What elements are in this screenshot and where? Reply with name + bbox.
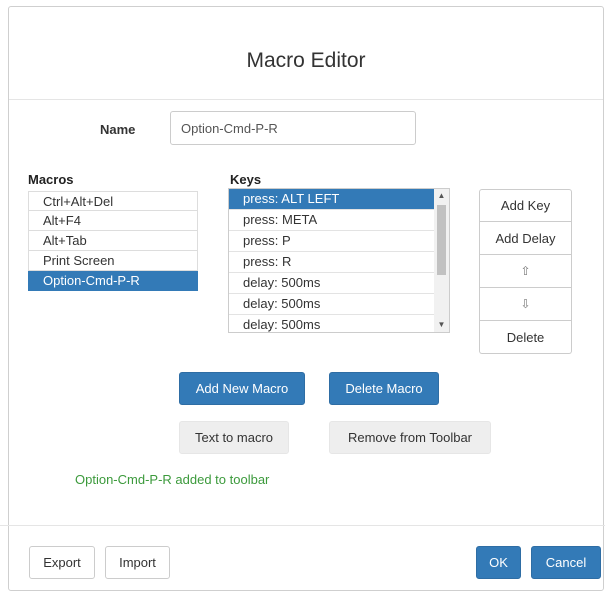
key-item-selected[interactable]: press: ALT LEFT: [229, 189, 434, 210]
key-item[interactable]: delay: 500ms: [229, 273, 434, 294]
move-up-arrow-icon[interactable]: ⇧: [479, 255, 572, 288]
keys-heading: Keys: [230, 172, 262, 187]
macros-list: Ctrl+Alt+Del Alt+F4 Alt+Tab Print Screen…: [28, 191, 198, 291]
keys-scrollbar[interactable]: ▲ ▼: [434, 189, 449, 332]
key-item[interactable]: press: P: [229, 231, 434, 252]
macro-item[interactable]: Alt+F4: [28, 211, 198, 231]
macro-item[interactable]: Print Screen: [28, 251, 198, 271]
dialog-title: Macro Editor: [246, 49, 366, 72]
key-item[interactable]: delay: 500ms: [229, 294, 434, 315]
macros-heading: Macros: [28, 172, 74, 187]
keys-list: press: ALT LEFT press: META press: P pre…: [229, 189, 434, 332]
macro-item[interactable]: Ctrl+Alt+Del: [28, 191, 198, 211]
remove-from-toolbar-button[interactable]: Remove from Toolbar: [329, 421, 491, 454]
macro-item[interactable]: Alt+Tab: [28, 231, 198, 251]
add-new-macro-button[interactable]: Add New Macro: [179, 372, 305, 405]
name-input[interactable]: [170, 111, 416, 145]
name-label: Name: [100, 122, 136, 137]
delete-macro-button[interactable]: Delete Macro: [329, 372, 439, 405]
import-button[interactable]: Import: [105, 546, 170, 579]
dialog-header: Macro Editor: [9, 7, 603, 100]
key-item[interactable]: press: R: [229, 252, 434, 273]
macro-item-selected[interactable]: Option-Cmd-P-R: [28, 271, 198, 291]
delete-key-button[interactable]: Delete: [479, 321, 572, 354]
key-actions-group: Add Key Add Delay ⇧ ⇩ Delete: [479, 189, 572, 354]
scroll-down-arrow-icon[interactable]: ▼: [434, 318, 449, 332]
scroll-up-arrow-icon[interactable]: ▲: [434, 189, 449, 203]
key-item[interactable]: delay: 500ms: [229, 315, 434, 332]
status-message: Option-Cmd-P-R added to toolbar: [75, 472, 270, 487]
text-to-macro-button[interactable]: Text to macro: [179, 421, 289, 454]
keys-listbox[interactable]: press: ALT LEFT press: META press: P pre…: [228, 188, 450, 333]
cancel-button[interactable]: Cancel: [531, 546, 601, 579]
add-delay-button[interactable]: Add Delay: [479, 222, 572, 255]
add-key-button[interactable]: Add Key: [479, 189, 572, 222]
key-item[interactable]: press: META: [229, 210, 434, 231]
ok-button[interactable]: OK: [476, 546, 521, 579]
move-down-arrow-icon[interactable]: ⇩: [479, 288, 572, 321]
footer-divider: [0, 525, 605, 526]
export-button[interactable]: Export: [29, 546, 95, 579]
scroll-thumb[interactable]: [437, 205, 446, 275]
